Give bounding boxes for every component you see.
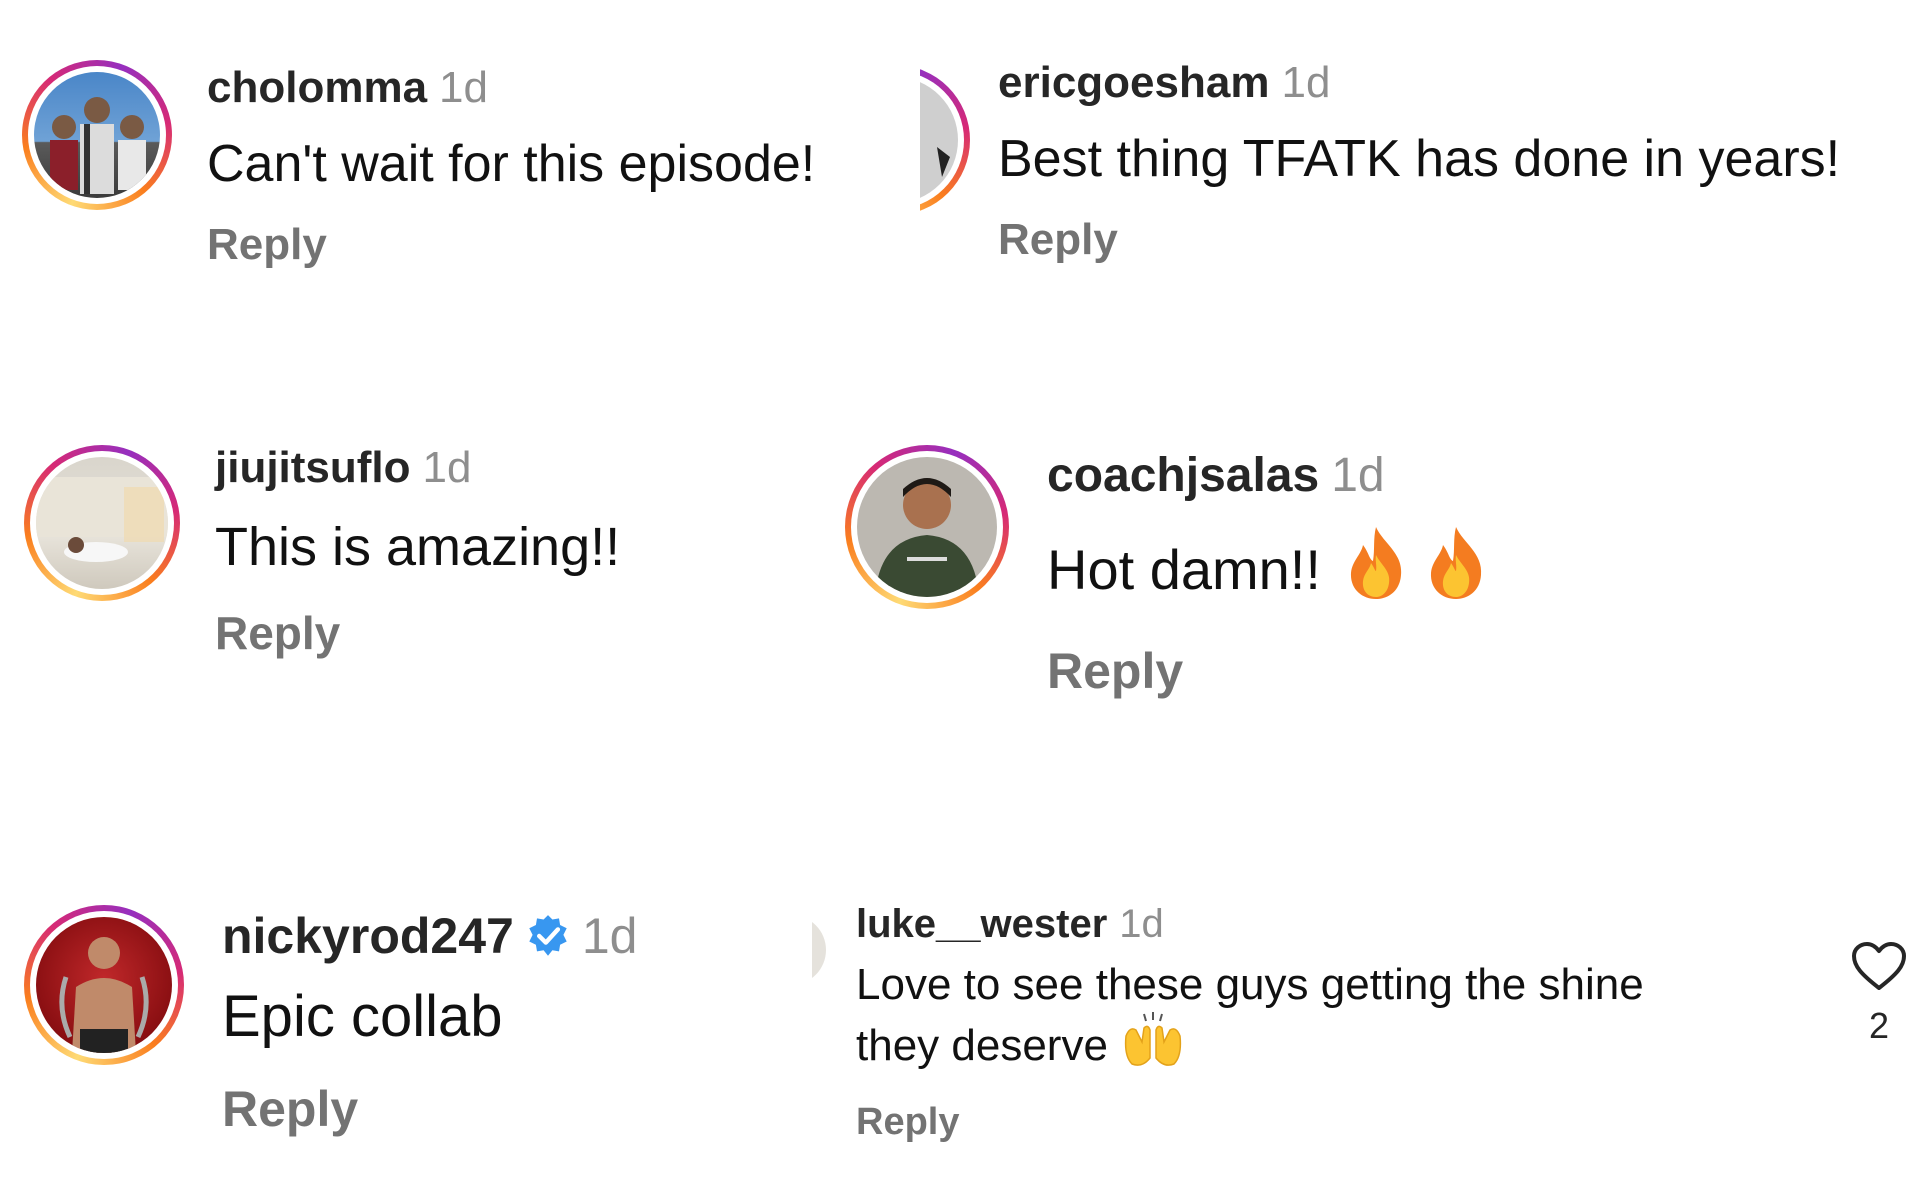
avatar-photo bbox=[34, 72, 160, 198]
comment-timestamp: 1d bbox=[1331, 448, 1385, 502]
avatar-photo bbox=[857, 457, 997, 597]
avatar-ericgoesham[interactable] bbox=[920, 65, 970, 215]
comment-text: Epic collab bbox=[222, 984, 503, 1049]
avatar-luke-wester[interactable] bbox=[812, 915, 826, 985]
heart-icon[interactable] bbox=[1851, 942, 1907, 997]
reply-button[interactable]: Reply bbox=[215, 606, 620, 660]
like-control: 2 bbox=[1844, 942, 1914, 1047]
comment-timestamp: 1d bbox=[1119, 901, 1164, 946]
reply-button[interactable]: Reply bbox=[856, 1101, 1644, 1144]
comment-timestamp: 1d bbox=[439, 63, 488, 112]
comment-text: Hot damn!! bbox=[1047, 538, 1321, 601]
comment-text: This is amazing!! bbox=[215, 517, 621, 577]
comment-timestamp: 1d bbox=[581, 908, 638, 964]
reply-button[interactable]: Reply bbox=[222, 1080, 637, 1138]
comment-text-line-2: they deserve bbox=[856, 1020, 1108, 1070]
comment-text: Best thing TFATK has done in years! bbox=[998, 130, 1841, 188]
group-photo-icon bbox=[50, 97, 146, 194]
comment-username[interactable]: coachjsalas bbox=[1047, 448, 1319, 503]
avatar-nickyrod247[interactable] bbox=[24, 905, 184, 1065]
avatar-jiujitsuflo[interactable] bbox=[24, 445, 180, 601]
comment-username[interactable]: jiujitsuflo bbox=[215, 443, 411, 493]
fire-emoji bbox=[1423, 525, 1489, 614]
comment-text-line-1: Love to see these guys getting the shine bbox=[856, 960, 1644, 1009]
reply-button[interactable]: Reply bbox=[1047, 642, 1489, 700]
reply-button[interactable]: Reply bbox=[207, 220, 815, 270]
avatar-photo bbox=[36, 917, 172, 1053]
comment-timestamp: 1d bbox=[422, 443, 472, 492]
avatar-photo bbox=[36, 457, 168, 589]
avatar-cholomma[interactable] bbox=[22, 60, 172, 210]
avatar-coachjsalas[interactable] bbox=[845, 445, 1009, 609]
reply-button[interactable]: Reply bbox=[998, 215, 1840, 265]
fire-emoji bbox=[1343, 525, 1409, 614]
comment-username[interactable]: luke__wester bbox=[856, 902, 1107, 947]
comment-username[interactable]: ericgoesham bbox=[998, 58, 1269, 108]
avatar-photo bbox=[920, 77, 958, 203]
verified-badge-icon bbox=[526, 914, 570, 958]
raising-hands-emoji bbox=[1122, 1012, 1184, 1079]
like-count: 2 bbox=[1868, 1005, 1890, 1046]
comment-timestamp: 1d bbox=[1281, 58, 1331, 107]
comment-username[interactable]: cholomma bbox=[207, 63, 427, 113]
comment-text: Can't wait for this episode! bbox=[207, 135, 816, 193]
comment-username[interactable]: nickyrod247 bbox=[222, 907, 514, 965]
